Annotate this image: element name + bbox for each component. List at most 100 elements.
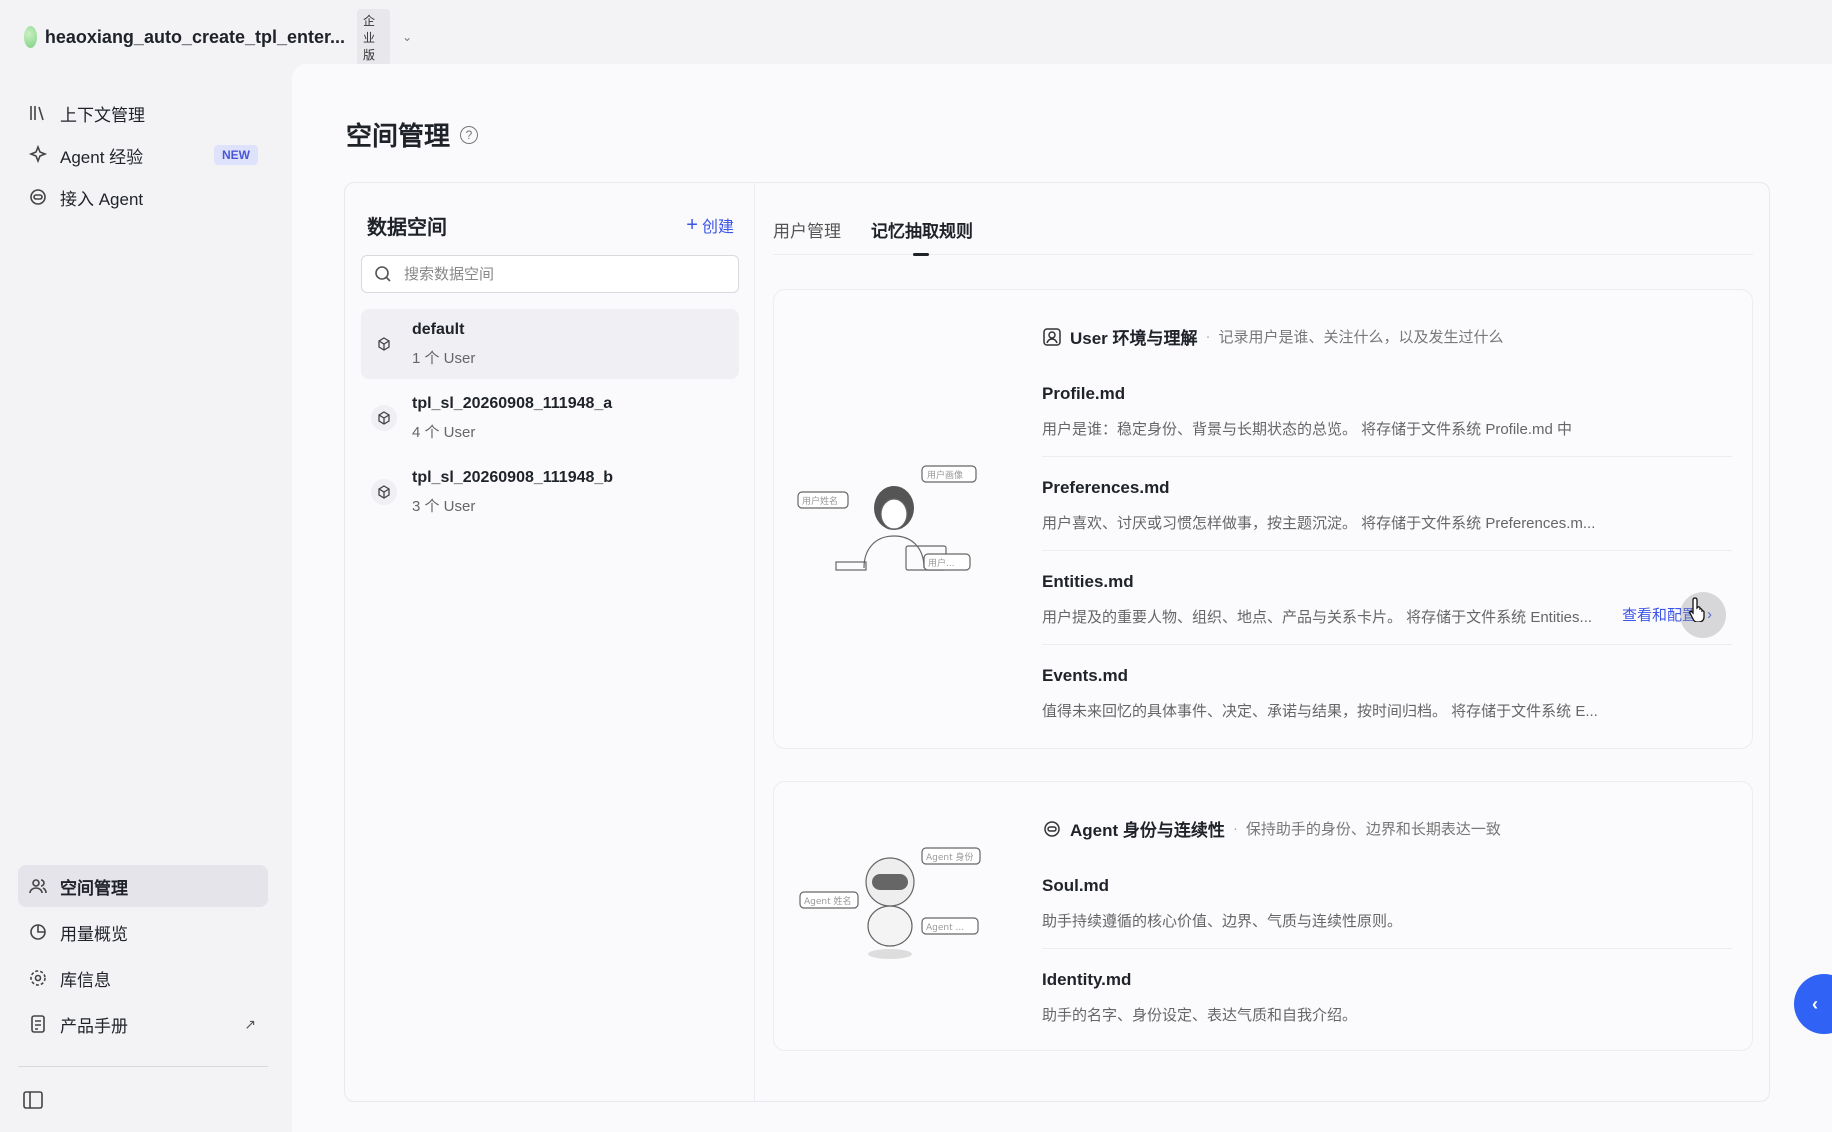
user-profile-icon xyxy=(1043,327,1061,346)
separator: · xyxy=(1232,820,1238,837)
illustration-label: 用户姓名 xyxy=(802,495,838,507)
sidebar-toggle-icon[interactable] xyxy=(22,1089,44,1111)
data-space-list: 数据空间 + 创建 default 1 个 User tpl_sl_ xyxy=(345,183,755,1101)
plus-icon: + xyxy=(686,213,698,236)
sidebar-item-label: 用量概览 xyxy=(60,924,128,944)
sidebar-item-context[interactable]: 上下文管理 xyxy=(18,92,268,134)
divider xyxy=(1042,550,1732,551)
divider xyxy=(1042,644,1732,645)
file-description: 助手的名字、身份设定、表达气质和自我介绍。 xyxy=(1042,1007,1358,1024)
file-row-soul[interactable]: Soul.md 助手持续遵循的核心价值、边界、气质与连续性原则。 xyxy=(1042,876,1732,949)
data-space-count: 4 个 User xyxy=(412,424,476,441)
data-space-item-a[interactable]: tpl_sl_20260908_111948_a 4 个 User xyxy=(361,383,739,453)
file-name: Soul.md xyxy=(1042,876,1110,895)
sidebar-item-space-management[interactable]: 空间管理 xyxy=(18,865,268,907)
card-description: 保持助手的身份、边界和长期表达一致 xyxy=(1245,821,1501,838)
file-description: 用户是谁：稳定身份、背景与长期状态的总览。 将存储于文件系统 Profile.m… xyxy=(1042,421,1573,438)
sidebar-item-label: 库信息 xyxy=(60,970,111,990)
illustration-label: Agent ... xyxy=(926,923,964,933)
search-box[interactable] xyxy=(361,255,739,293)
cube-icon xyxy=(371,331,397,357)
sidebar-item-label: 上下文管理 xyxy=(60,105,145,125)
active-tab-indicator xyxy=(913,253,929,256)
file-row-preferences[interactable]: Preferences.md 用户喜欢、讨厌或习惯怎样做事，按主题沉淀。 将存储… xyxy=(1042,478,1732,551)
file-name: Entities.md xyxy=(1042,572,1134,591)
data-space-count: 3 个 User xyxy=(412,498,476,515)
search-icon xyxy=(375,266,391,282)
users-icon xyxy=(28,876,48,896)
pie-chart-icon xyxy=(28,922,48,942)
card-title: User 环境与理解 xyxy=(1070,329,1198,348)
file-row-identity[interactable]: Identity.md 助手的名字、身份设定、表达气质和自我介绍。 xyxy=(1042,970,1732,1025)
file-row-profile[interactable]: Profile.md 用户是谁：稳定身份、背景与长期状态的总览。 将存储于文件系… xyxy=(1042,384,1732,457)
data-space-count: 1 个 User xyxy=(412,350,476,367)
card-header: User 环境与理解 · 记录用户是谁、关注什么，以及发生过什么 xyxy=(1042,324,1504,349)
space-panel: 数据空间 + 创建 default 1 个 User tpl_sl_ xyxy=(344,182,1770,1102)
manual-icon xyxy=(28,1014,48,1034)
data-space-item-default[interactable]: default 1 个 User xyxy=(361,309,739,379)
data-space-item-b[interactable]: tpl_sl_20260908_111948_b 3 个 User xyxy=(361,457,739,527)
file-description: 助手持续遵循的核心价值、边界、气质与连续性原则。 xyxy=(1042,913,1403,930)
create-button[interactable]: + 创建 xyxy=(686,213,734,237)
file-name: Preferences.md xyxy=(1042,478,1170,497)
data-space-name: tpl_sl_20260908_111948_a xyxy=(412,395,613,412)
card-description: 记录用户是谁、关注什么，以及发生过什么 xyxy=(1218,329,1504,346)
file-description: 值得未来回忆的具体事件、决定、承诺与结果，按时间归档。 将存储于文件系统 E..… xyxy=(1042,703,1598,720)
main-content: 空间管理 ? 数据空间 + 创建 default 1 个 User xyxy=(292,64,1832,1132)
illustration-label: 用户画像 xyxy=(927,469,963,481)
sidebar: heaoxiang_auto_create_tpl_enter... 企业版 ⌄… xyxy=(0,0,412,1132)
sidebar-item-library-info[interactable]: 库信息 xyxy=(18,957,268,999)
data-space-name: default xyxy=(412,321,465,338)
library-icon xyxy=(28,103,48,123)
separator: · xyxy=(1205,328,1211,345)
workspace-switcher[interactable]: heaoxiang_auto_create_tpl_enter... 企业版 ⌄ xyxy=(24,8,412,66)
data-space-title: 数据空间 xyxy=(367,217,447,239)
sidebar-item-connect-agent[interactable]: 接入 Agent xyxy=(18,176,268,218)
workspace-avatar xyxy=(24,26,37,48)
agent-icon xyxy=(1044,820,1060,837)
cube-icon xyxy=(371,405,397,431)
tab-user-management[interactable]: 用户管理 xyxy=(773,217,841,242)
divider xyxy=(1042,948,1732,949)
sidebar-item-usage[interactable]: 用量概览 xyxy=(18,911,268,953)
illustration-label: Agent 身份 xyxy=(926,851,974,863)
illustration-label: 用户... xyxy=(928,557,955,569)
sidebar-item-agent-experience[interactable]: Agent 经验 NEW xyxy=(18,134,268,176)
sidebar-divider xyxy=(18,1066,268,1067)
file-name: Identity.md xyxy=(1042,970,1132,989)
external-link-icon: ↗ xyxy=(244,1015,256,1032)
page-title-text: 空间管理 xyxy=(346,121,451,151)
file-name: Events.md xyxy=(1042,666,1128,685)
file-row-events[interactable]: Events.md 值得未来回忆的具体事件、决定、承诺与结果，按时间归档。 将存… xyxy=(1042,666,1732,721)
new-badge: NEW xyxy=(214,145,258,165)
tab-memory-rules[interactable]: 记忆抽取规则 xyxy=(871,217,973,242)
file-row-entities[interactable]: Entities.md 用户提及的重要人物、组织、地点、产品与关系卡片。 将存储… xyxy=(1042,572,1732,645)
help-icon[interactable]: ? xyxy=(460,125,479,144)
tab-bar: 用户管理 记忆抽取规则 xyxy=(773,183,1753,256)
search-input[interactable] xyxy=(404,265,704,283)
sidebar-item-label: 产品手册 xyxy=(60,1016,128,1036)
sidebar-item-label: 空间管理 xyxy=(60,878,128,898)
file-name: Profile.md xyxy=(1042,384,1126,403)
agent-rules-card: Agent 身份 Agent 姓名 Agent ... Agent 身份与连续性… xyxy=(773,781,1753,1051)
page-title: 空间管理 ? xyxy=(346,116,479,153)
user-rules-card: 用户画像 用户姓名 用户... User 环境与理解 · 记录用户是谁、关注什么… xyxy=(773,289,1753,749)
sidebar-item-label: 接入 Agent xyxy=(60,189,144,209)
sparkle-icon xyxy=(28,145,48,165)
card-header: Agent 身份与连续性 · 保持助手的身份、边界和长期表达一致 xyxy=(1042,816,1501,841)
illustration-label: Agent 姓名 xyxy=(804,895,852,907)
create-label: 创建 xyxy=(701,219,734,236)
chevron-left-icon: ‹ xyxy=(1812,993,1818,1014)
chevron-down-icon[interactable]: ⌄ xyxy=(402,30,412,44)
gear-icon xyxy=(28,968,48,988)
sidebar-item-manual[interactable]: 产品手册 ↗ xyxy=(18,1003,268,1045)
agent-illustration: Agent 身份 Agent 姓名 Agent ... xyxy=(799,847,981,959)
agent-icon xyxy=(28,187,48,207)
file-description: 用户提及的重要人物、组织、地点、产品与关系卡片。 将存储于文件系统 Entiti… xyxy=(1042,609,1593,626)
edition-badge: 企业版 xyxy=(357,8,391,66)
card-title: Agent 身份与连续性 xyxy=(1070,821,1225,840)
cube-icon xyxy=(371,479,397,505)
hand-cursor-icon xyxy=(1689,597,1705,622)
workspace-name: heaoxiang_auto_create_tpl_enter... xyxy=(44,26,346,47)
data-space-name: tpl_sl_20260908_111948_b xyxy=(412,469,614,486)
